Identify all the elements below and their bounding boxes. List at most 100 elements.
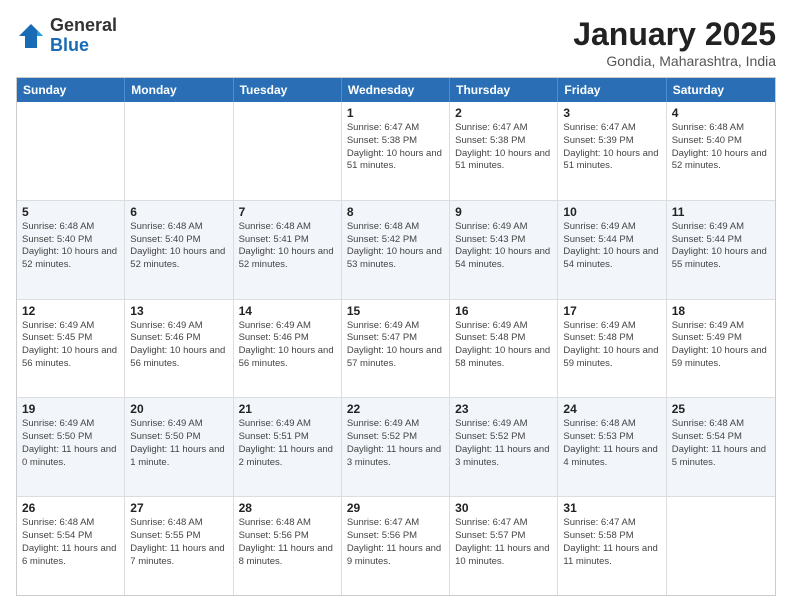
day-detail: Sunrise: 6:49 AM Sunset: 5:44 PM Dayligh… [563, 221, 660, 272]
cal-cell-r2-c4: 8Sunrise: 6:48 AM Sunset: 5:42 PM Daylig… [342, 201, 450, 299]
cal-cell-r2-c7: 11 Sunrise: 6:49 AM Sunset: 5:44 PM Dayli… [667, 201, 775, 299]
day-number: 24 [563, 402, 660, 416]
cal-cell-r1-c3 [234, 102, 342, 200]
cal-cell-r4-c4: 22Sunrise: 6:49 AM Sunset: 5:52 PM Dayli… [342, 398, 450, 496]
day-detail: Sunrise: 6:48 AM Sunset: 5:42 PM Dayligh… [347, 221, 444, 272]
day-detail: Sunrise: 6:48 AM Sunset: 5:53 PM Dayligh… [563, 418, 660, 469]
day-detail: Sunrise: 6:49 AM Sunset: 5:50 PM Dayligh… [22, 418, 119, 469]
day-detail: Sunrise: 6:48 AM Sunset: 5:40 PM Dayligh… [22, 221, 119, 272]
cal-cell-r5-c4: 29 Sunrise: 6:47 AM Sunset: 5:56 PM Dayli… [342, 497, 450, 595]
day-number: 16 [455, 304, 552, 318]
day-number: 10 [563, 205, 660, 219]
cal-cell-r2-c6: 10 Sunrise: 6:49 AM Sunset: 5:44 PM Dayli… [558, 201, 666, 299]
logo-text: General Blue [50, 16, 117, 56]
header-thursday: Thursday [450, 78, 558, 102]
cal-cell-r3-c2: 13Sunrise: 6:49 AM Sunset: 5:46 PM Dayli… [125, 300, 233, 398]
day-detail: Sunrise: 6:49 AM Sunset: 5:48 PM Dayligh… [455, 320, 552, 371]
day-detail: Sunrise: 6:49 AM Sunset: 5:52 PM Dayligh… [455, 418, 552, 469]
day-number: 25 [672, 402, 770, 416]
logo-blue: Blue [50, 35, 89, 55]
day-detail: Sunrise: 6:49 AM Sunset: 5:46 PM Dayligh… [239, 320, 336, 371]
day-number: 1 [347, 106, 444, 120]
cal-cell-r4-c6: 24 Sunrise: 6:48 AM Sunset: 5:53 PM Dayli… [558, 398, 666, 496]
day-number: 31 [563, 501, 660, 515]
day-number: 29 [347, 501, 444, 515]
day-detail: Sunrise: 6:47 AM Sunset: 5:39 PM Dayligh… [563, 122, 660, 173]
calendar-body: 1 Sunrise: 6:47 AM Sunset: 5:38 PM Daylig… [17, 102, 775, 595]
calendar-row-2: 5 Sunrise: 6:48 AM Sunset: 5:40 PM Daylig… [17, 200, 775, 299]
cal-cell-r4-c5: 23Sunrise: 6:49 AM Sunset: 5:52 PM Dayli… [450, 398, 558, 496]
cal-cell-r5-c2: 27 Sunrise: 6:48 AM Sunset: 5:55 PM Dayli… [125, 497, 233, 595]
logo: General Blue [16, 16, 117, 56]
day-detail: Sunrise: 6:48 AM Sunset: 5:54 PM Dayligh… [672, 418, 770, 469]
cal-cell-r3-c1: 12Sunrise: 6:49 AM Sunset: 5:45 PM Dayli… [17, 300, 125, 398]
cal-cell-r1-c6: 3 Sunrise: 6:47 AM Sunset: 5:39 PM Daylig… [558, 102, 666, 200]
day-number: 20 [130, 402, 227, 416]
cal-cell-r4-c3: 21 Sunrise: 6:49 AM Sunset: 5:51 PM Dayli… [234, 398, 342, 496]
day-detail: Sunrise: 6:49 AM Sunset: 5:50 PM Dayligh… [130, 418, 227, 469]
day-number: 15 [347, 304, 444, 318]
cal-cell-r4-c7: 25 Sunrise: 6:48 AM Sunset: 5:54 PM Dayli… [667, 398, 775, 496]
day-number: 27 [130, 501, 227, 515]
cal-cell-r3-c4: 15 Sunrise: 6:49 AM Sunset: 5:47 PM Dayli… [342, 300, 450, 398]
day-detail: Sunrise: 6:49 AM Sunset: 5:51 PM Dayligh… [239, 418, 336, 469]
cal-cell-r4-c1: 19 Sunrise: 6:49 AM Sunset: 5:50 PM Dayli… [17, 398, 125, 496]
header-saturday: Saturday [667, 78, 775, 102]
day-number: 28 [239, 501, 336, 515]
cal-cell-r1-c4: 1 Sunrise: 6:47 AM Sunset: 5:38 PM Daylig… [342, 102, 450, 200]
day-number: 21 [239, 402, 336, 416]
day-detail: Sunrise: 6:47 AM Sunset: 5:56 PM Dayligh… [347, 517, 444, 568]
day-detail: Sunrise: 6:47 AM Sunset: 5:38 PM Dayligh… [347, 122, 444, 173]
day-detail: Sunrise: 6:48 AM Sunset: 5:41 PM Dayligh… [239, 221, 336, 272]
cal-cell-r1-c5: 2Sunrise: 6:47 AM Sunset: 5:38 PM Daylig… [450, 102, 558, 200]
header-sunday: Sunday [17, 78, 125, 102]
cal-cell-r2-c5: 9 Sunrise: 6:49 AM Sunset: 5:43 PM Daylig… [450, 201, 558, 299]
calendar-row-4: 19 Sunrise: 6:49 AM Sunset: 5:50 PM Dayli… [17, 397, 775, 496]
cal-cell-r5-c7 [667, 497, 775, 595]
cal-cell-r5-c6: 31 Sunrise: 6:47 AM Sunset: 5:58 PM Dayli… [558, 497, 666, 595]
day-detail: Sunrise: 6:48 AM Sunset: 5:40 PM Dayligh… [130, 221, 227, 272]
day-detail: Sunrise: 6:49 AM Sunset: 5:52 PM Dayligh… [347, 418, 444, 469]
cal-cell-r1-c1 [17, 102, 125, 200]
cal-cell-r2-c2: 6 Sunrise: 6:48 AM Sunset: 5:40 PM Daylig… [125, 201, 233, 299]
day-detail: Sunrise: 6:49 AM Sunset: 5:47 PM Dayligh… [347, 320, 444, 371]
calendar-header: Sunday Monday Tuesday Wednesday Thursday… [17, 78, 775, 102]
calendar: Sunday Monday Tuesday Wednesday Thursday… [16, 77, 776, 596]
day-number: 30 [455, 501, 552, 515]
cal-cell-r3-c5: 16 Sunrise: 6:49 AM Sunset: 5:48 PM Dayli… [450, 300, 558, 398]
day-number: 9 [455, 205, 552, 219]
day-number: 12 [22, 304, 119, 318]
day-detail: Sunrise: 6:49 AM Sunset: 5:44 PM Dayligh… [672, 221, 770, 272]
cal-cell-r2-c1: 5 Sunrise: 6:48 AM Sunset: 5:40 PM Daylig… [17, 201, 125, 299]
day-number: 17 [563, 304, 660, 318]
day-detail: Sunrise: 6:49 AM Sunset: 5:43 PM Dayligh… [455, 221, 552, 272]
day-number: 7 [239, 205, 336, 219]
cal-cell-r2-c3: 7 Sunrise: 6:48 AM Sunset: 5:41 PM Daylig… [234, 201, 342, 299]
day-detail: Sunrise: 6:48 AM Sunset: 5:54 PM Dayligh… [22, 517, 119, 568]
day-detail: Sunrise: 6:49 AM Sunset: 5:48 PM Dayligh… [563, 320, 660, 371]
calendar-subtitle: Gondia, Maharashtra, India [573, 53, 776, 69]
header-tuesday: Tuesday [234, 78, 342, 102]
cal-cell-r3-c3: 14 Sunrise: 6:49 AM Sunset: 5:46 PM Dayli… [234, 300, 342, 398]
calendar-title: January 2025 [573, 16, 776, 53]
day-detail: Sunrise: 6:48 AM Sunset: 5:40 PM Dayligh… [672, 122, 770, 173]
day-detail: Sunrise: 6:48 AM Sunset: 5:55 PM Dayligh… [130, 517, 227, 568]
day-number: 4 [672, 106, 770, 120]
header-monday: Monday [125, 78, 233, 102]
header: General Blue January 2025 Gondia, Mahara… [16, 16, 776, 69]
day-number: 26 [22, 501, 119, 515]
day-number: 6 [130, 205, 227, 219]
day-number: 11 [672, 205, 770, 219]
cal-cell-r4-c2: 20 Sunrise: 6:49 AM Sunset: 5:50 PM Dayli… [125, 398, 233, 496]
day-detail: Sunrise: 6:47 AM Sunset: 5:58 PM Dayligh… [563, 517, 660, 568]
day-number: 5 [22, 205, 119, 219]
day-number: 19 [22, 402, 119, 416]
day-number: 3 [563, 106, 660, 120]
header-friday: Friday [558, 78, 666, 102]
cal-cell-r5-c1: 26 Sunrise: 6:48 AM Sunset: 5:54 PM Dayli… [17, 497, 125, 595]
day-number: 14 [239, 304, 336, 318]
page: General Blue January 2025 Gondia, Mahara… [0, 0, 792, 612]
day-detail: Sunrise: 6:49 AM Sunset: 5:46 PM Dayligh… [130, 320, 227, 371]
day-detail: Sunrise: 6:49 AM Sunset: 5:49 PM Dayligh… [672, 320, 770, 371]
logo-general: General [50, 15, 117, 35]
